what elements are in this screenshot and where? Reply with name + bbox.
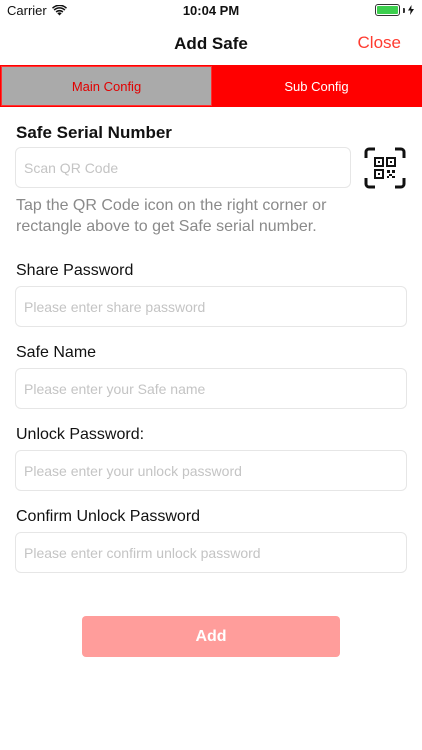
- charging-bolt-icon: [408, 5, 414, 15]
- serial-number-label: Safe Serial Number: [16, 123, 172, 142]
- battery-icon: [375, 4, 400, 16]
- add-button[interactable]: Add: [82, 616, 340, 657]
- qr-scan-button[interactable]: [364, 147, 406, 189]
- share-password-label: Share Password: [16, 262, 134, 279]
- qr-code-scan-icon: [364, 147, 406, 189]
- battery-indicator: [375, 4, 414, 16]
- navigation-bar: Add Safe Close: [0, 22, 422, 66]
- safe-name-label: Safe Name: [16, 344, 97, 361]
- unlock-password-input[interactable]: [15, 450, 407, 491]
- serial-number-hint: Tap the QR Code icon on the right corner…: [16, 197, 327, 235]
- unlock-password-label: Unlock Password:: [16, 426, 145, 443]
- battery-level-fill: [377, 6, 398, 14]
- battery-cap: [403, 7, 405, 13]
- serial-number-input[interactable]: [15, 147, 351, 188]
- safe-name-input[interactable]: [15, 368, 407, 409]
- config-segmented-control: Main Config Sub Config: [0, 65, 422, 107]
- share-password-input[interactable]: [15, 286, 407, 327]
- close-button[interactable]: Close: [358, 33, 401, 53]
- confirm-unlock-password-input[interactable]: [15, 532, 407, 573]
- clock: 10:04 PM: [182, 3, 240, 18]
- status-bar: Carrier 10:04 PM: [0, 0, 422, 22]
- tab-main-config[interactable]: Main Config: [1, 66, 212, 106]
- confirm-unlock-password-label: Confirm Unlock Password: [16, 508, 201, 525]
- tab-sub-config[interactable]: Sub Config: [212, 66, 421, 106]
